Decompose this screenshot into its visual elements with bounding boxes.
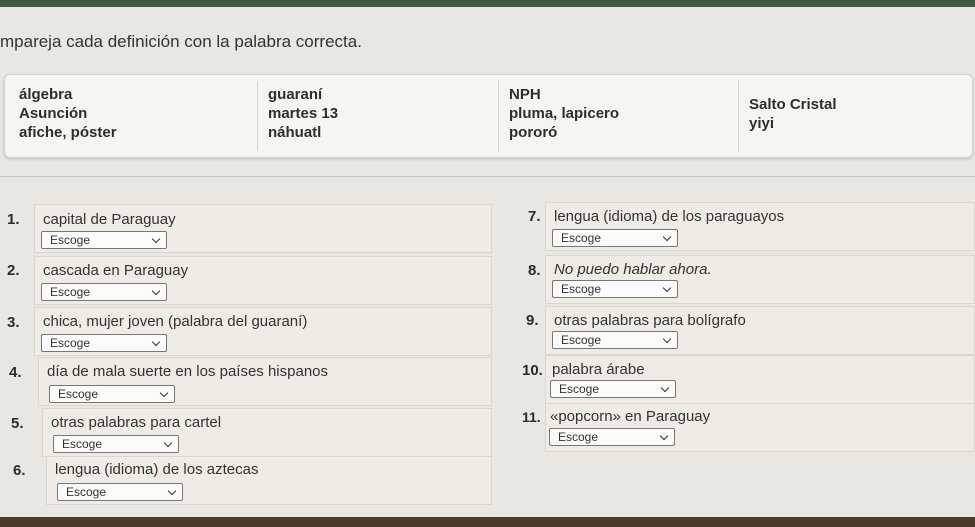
question-text: lengua (idioma) de los paraguayos: [554, 208, 785, 225]
word-bank-item: yiyi: [749, 115, 775, 132]
question-item-2: cascada en Paraguay Escoge: [34, 256, 492, 305]
question-text: «popcorn» en Paraguay: [550, 408, 711, 425]
question-number: 3.: [7, 314, 20, 331]
question-text: capital de Paraguay: [43, 211, 176, 228]
select-value: Escoge: [62, 437, 103, 451]
section-divider: [0, 176, 975, 177]
question-item-9: otras palabras para bolígrafo Escoge: [545, 306, 975, 355]
word-bank-item: Asunción: [19, 105, 88, 122]
answer-select-10[interactable]: Escoge: [550, 380, 676, 398]
word-bank-item: NPH: [509, 86, 541, 103]
word-bank-column-4: Salto Cristal yiyi: [749, 95, 837, 133]
word-bank-item: afiche, póster: [19, 124, 117, 141]
question-item-11: «popcorn» en Paraguay Escoge: [545, 403, 975, 452]
question-number: 11.: [522, 409, 541, 425]
select-value: Escoge: [66, 485, 107, 499]
chevron-down-icon: [662, 283, 672, 293]
chevron-down-icon: [167, 486, 177, 496]
word-bank-divider: [738, 81, 739, 151]
question-number: 8.: [528, 262, 541, 279]
select-value: Escoge: [561, 231, 602, 245]
question-text: otras palabras para cartel: [51, 414, 222, 431]
question-item-3: chica, mujer joven (palabra del guaraní)…: [34, 307, 492, 356]
answer-select-5[interactable]: Escoge: [53, 435, 179, 453]
word-bank-item: Salto Cristal: [749, 96, 837, 113]
select-value: Escoge: [558, 430, 599, 444]
question-text: chica, mujer joven (palabra del guaraní): [43, 313, 308, 330]
bottom-edge: [0, 517, 975, 527]
select-value: Escoge: [50, 233, 91, 247]
instructions: mpareja cada definición con la palabra c…: [0, 32, 362, 51]
select-value: Escoge: [561, 282, 602, 296]
chevron-down-icon: [662, 334, 672, 344]
question-text: otras palabras para bolígrafo: [554, 312, 746, 329]
answer-select-4[interactable]: Escoge: [49, 385, 175, 403]
question-number: 2.: [7, 262, 20, 279]
answer-select-1[interactable]: Escoge: [41, 231, 167, 249]
answer-select-7[interactable]: Escoge: [552, 229, 678, 247]
answer-select-6[interactable]: Escoge: [57, 483, 183, 501]
question-number: 4.: [9, 364, 22, 381]
chevron-down-icon: [662, 232, 672, 242]
word-bank-item: pluma, lapicero: [509, 105, 620, 122]
question-item-1: capital de Paraguay Escoge: [34, 204, 492, 253]
word-bank-divider: [257, 81, 258, 151]
answer-select-9[interactable]: Escoge: [552, 331, 678, 349]
question-text: No puedo hablar ahora.: [554, 261, 712, 278]
word-bank-column-3: NPH pluma, lapicero pororó: [509, 85, 619, 142]
question-text: palabra árabe: [552, 361, 645, 378]
question-item-5: otras palabras para cartel Escoge: [42, 408, 492, 457]
answer-select-2[interactable]: Escoge: [41, 283, 167, 301]
question-item-7: lengua (idioma) de los paraguayos Escoge: [545, 202, 975, 251]
question-number: 5.: [11, 415, 24, 432]
question-text: cascada en Paraguay: [43, 262, 189, 279]
word-bank-item: álgebra: [19, 86, 73, 103]
word-bank-item: pororó: [509, 124, 558, 141]
chevron-down-icon: [151, 337, 161, 347]
chevron-down-icon: [659, 431, 669, 441]
word-bank-divider: [498, 81, 499, 151]
question-number: 10.: [522, 362, 543, 379]
word-bank-column-2: guaraní martes 13 náhuatl: [268, 85, 338, 142]
chevron-down-icon: [660, 383, 670, 393]
chevron-down-icon: [163, 438, 173, 448]
question-item-4: día de mala suerte en los países hispano…: [38, 357, 492, 406]
question-item-6: lengua (idioma) de los aztecas Escoge: [46, 456, 492, 505]
chevron-down-icon: [151, 286, 161, 296]
select-value: Escoge: [559, 382, 600, 396]
question-text: día de mala suerte en los países hispano…: [47, 363, 329, 380]
top-accent-bar: [0, 0, 975, 7]
select-value: Escoge: [561, 333, 602, 347]
question-text: lengua (idioma) de los aztecas: [55, 461, 259, 478]
select-value: Escoge: [50, 285, 91, 299]
word-bank-item: martes 13: [268, 105, 339, 122]
question-number: 9.: [526, 312, 539, 329]
word-bank: álgebra Asunción afiche, póster guaraní …: [4, 74, 973, 158]
chevron-down-icon: [159, 388, 169, 398]
chevron-down-icon: [151, 234, 161, 244]
select-value: Escoge: [50, 336, 91, 350]
word-bank-column-1: álgebra Asunción afiche, póster: [19, 85, 117, 142]
select-value: Escoge: [58, 387, 99, 401]
word-bank-item: guaraní: [268, 86, 323, 103]
word-bank-item: náhuatl: [268, 124, 322, 141]
answer-select-3[interactable]: Escoge: [41, 334, 167, 352]
question-item-8: No puedo hablar ahora. Escoge: [545, 255, 975, 304]
question-number: 6.: [13, 462, 26, 479]
answer-select-8[interactable]: Escoge: [552, 280, 678, 298]
question-item-10: palabra árabe Escoge: [545, 355, 975, 404]
answer-select-11[interactable]: Escoge: [549, 428, 675, 446]
question-number: 1.: [7, 211, 20, 228]
question-number: 7.: [528, 208, 541, 225]
